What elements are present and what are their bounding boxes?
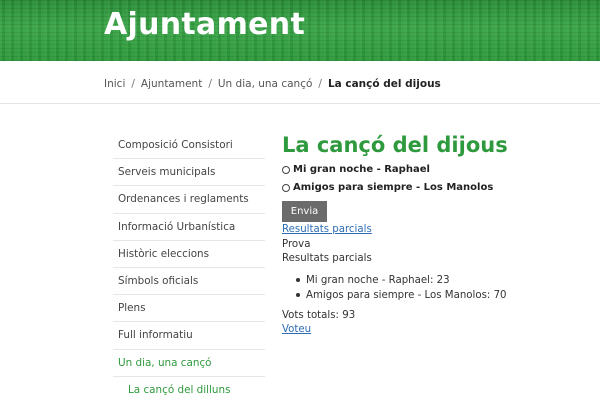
breadcrumb-home[interactable]: Inici [104,78,125,90]
bullet-icon [296,278,300,282]
vote-link[interactable]: Voteu [282,324,311,335]
radio-button[interactable] [282,183,290,192]
sidebar-item-ordenances[interactable]: Ordenances i reglaments [113,186,265,214]
site-title[interactable]: Ajuntament [104,7,305,42]
prova-text: Prova [282,238,311,250]
sidebar-subitem-dilluns[interactable]: La cançó del dilluns [113,377,265,404]
breadcrumb-separator: / [131,78,135,90]
result-text: Mi gran noche - Raphael: 23 [306,274,450,286]
list-item: Amigos para siempre - Los Manolos: 70 [296,288,582,303]
breadcrumb-ajuntament[interactable]: Ajuntament [141,78,202,90]
results-list: Mi gran noche - Raphael: 23 Amigos para … [296,273,582,303]
sidebar-item-simbols[interactable]: Símbols oficials [113,268,265,296]
poll-content: La cançó del dijous Mi gran noche - Raph… [282,130,582,338]
radio-button[interactable] [282,165,290,174]
breadcrumb-separator: / [318,78,322,90]
breadcrumb: Inici / Ajuntament / Un dia, una cançó /… [104,76,441,92]
poll-option-label: Amigos para siempre - Los Manolos [293,182,494,193]
result-text: Amigos para siempre - Los Manolos: 70 [306,289,507,301]
results-heading: Resultats parcials [282,253,372,264]
submit-button[interactable]: Envia [282,201,327,222]
divider [0,103,600,104]
breadcrumb-separator: / [208,78,212,90]
list-item: Mi gran noche - Raphael: 23 [296,273,582,288]
poll-option[interactable]: Amigos para siempre - Los Manolos [282,179,582,196]
sidebar-item-urbanistica[interactable]: Informació Urbanística [113,214,265,241]
breadcrumb-un-dia[interactable]: Un dia, una cançó [218,78,313,90]
bullet-icon [296,293,300,297]
sidebar-item-eleccions[interactable]: Històric eleccions [113,241,265,268]
sidebar-item-composicio[interactable]: Composició Consistori [113,132,265,160]
page-title: La cançó del dijous [282,133,508,157]
sidebar-item-un-dia[interactable]: Un dia, una cançó [113,350,265,377]
poll-option[interactable]: Mi gran noche - Raphael [282,161,582,178]
breadcrumb-current: La cançó del dijous [327,78,441,90]
sidebar-item-serveis[interactable]: Serveis municipals [113,159,265,187]
partial-results-link[interactable]: Resultats parcials [282,224,372,235]
sidebar-item-full-informatiu[interactable]: Full informatiu [113,322,265,350]
sidebar-nav: Composició Consistori Serveis municipals… [113,132,265,404]
poll-option-label: Mi gran noche - Raphael [293,164,430,175]
header-banner: Ajuntament [0,0,600,61]
sidebar-item-plens[interactable]: Plens [113,295,265,323]
total-votes: Vots totals: 93 [282,309,356,321]
